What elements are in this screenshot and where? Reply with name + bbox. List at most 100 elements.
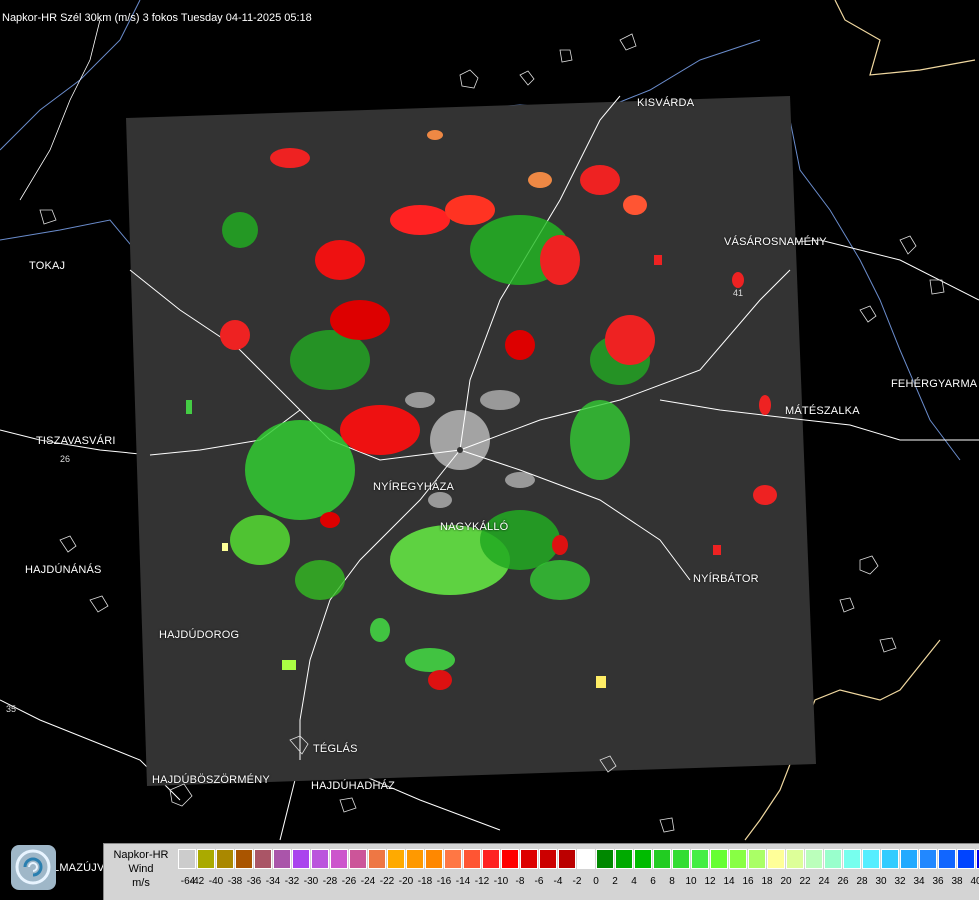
city-nyirbator: NYÍRBÁTOR [693,573,759,585]
wind-legend: Napkor-HR Wind m/s -6 4 -4 2 -40 -38 -36 -34 -32… [103,843,979,900]
legend-tick-label: 30 [875,876,887,887]
legend-tick-label: 6 [650,876,656,887]
city-fehergyarmat: FEHÉRGYARMA [891,378,978,390]
legend-ticks: -64 -42 -40 -38 -36 -34 -32 -30 -28 -26 -24 -22 -20-… [178,876,979,890]
legend-tick-label: 18 [761,876,773,887]
legend-swatch [729,849,747,869]
legend-swatch [615,849,633,869]
city-tokaj: TOKAJ [29,260,66,272]
legend-tick-label: 10 [685,876,697,887]
legend-title: Napkor-HR Wind m/s [106,848,176,890]
napkor-logo-icon [11,845,56,890]
legend-swatch [938,849,956,869]
road-number-35: 35 [6,704,16,714]
legend-swatch [273,849,291,869]
legend-tick-label: 14 [723,876,735,887]
legend-tick-label: -6 [534,876,544,887]
legend-tick-label: 8 [669,876,675,887]
legend-tick-label: 24 [818,876,830,887]
legend-tick-label: 22 [799,876,811,887]
legend-tick-label: 0 [593,876,599,887]
legend-swatch [482,849,500,869]
legend-swatch [596,849,614,869]
legend-tick-label: 16 [742,876,754,887]
legend-tick-label: 32 [894,876,906,887]
legend-swatch [824,849,842,869]
legend-swatch [406,849,424,869]
legend-swatch [710,849,728,869]
legend-tick-label: -28 [322,876,338,887]
legend-swatch [957,849,975,869]
legend-tick-label: -26 [341,876,357,887]
legend-tick-label: 28 [856,876,868,887]
legend-swatch [292,849,310,869]
legend-swatch [767,849,785,869]
legend-unit: m/s [132,877,150,889]
legend-swatch [197,849,215,869]
map-title: Napkor-HR Szél 30km (m/s) 3 fokos Tuesda… [2,12,312,24]
city-tiszavasvari: TISZAVASVÁRI [36,435,116,447]
legend-tick-label: -8 [515,876,525,887]
legend-swatch [368,849,386,869]
legend-swatch [900,849,918,869]
legend-tick-label: 2 [612,876,618,887]
city-vasarosnameny: VÁSÁROSNAMÉNY [724,236,827,248]
legend-tick-label: 4 [631,876,637,887]
city-nagykallo: NAGYKÁLLÓ [440,521,509,533]
legend-swatch [672,849,690,869]
legend-tick-label: -4 [553,876,563,887]
map-canvas: 41 26 35 [0,0,979,841]
legend-swatch [843,849,861,869]
legend-tick-label: -30 [303,876,319,887]
legend-swatch [805,849,823,869]
legend-tick-label: 36 [932,876,944,887]
city-hajduhadhaz: HAJDÚHADHÁZ [311,780,396,792]
legend-swatches [178,849,979,869]
road-number-41: 41 [733,288,743,298]
legend-product: Napkor-HR [113,849,169,861]
legend-tick-label: -24 [360,876,376,887]
legend-tick-label: 40 [970,876,979,887]
legend-swatch [330,849,348,869]
legend-swatch [691,849,709,869]
legend-swatch [577,849,595,869]
city-teglas: TÉGLÁS [313,743,358,755]
radar-map: 41 26 35 Napkor-HR Szél 30km (m/s) 3 fok… [0,0,979,900]
legend-tick-label: -38 [227,876,243,887]
legend-swatch [444,849,462,869]
legend-variable: Wind [128,863,154,875]
legend-swatch [349,849,367,869]
legend-tick-label: -18 [417,876,433,887]
city-hajdudorog: HAJDÚDOROG [159,629,240,641]
legend-tick-label: -32 [284,876,300,887]
legend-swatch [748,849,766,869]
legend-swatch [311,849,329,869]
legend-swatch [653,849,671,869]
legend-swatch [786,849,804,869]
city-hajdunanas: HAJDÚNÁNÁS [25,564,102,576]
city-hajduboszormeny: HAJDÚBÖSZÖRMÉNY [152,774,270,786]
city-nyiregyhaza: NYÍREGYHÁZA [373,481,455,493]
legend-swatch [463,849,481,869]
legend-tick-label: -16 [436,876,452,887]
legend-swatch [862,849,880,869]
legend-swatch [634,849,652,869]
legend-tick-label: -20 [398,876,414,887]
legend-tick-label: -2 [572,876,582,887]
legend-swatch [178,849,196,869]
city-mateszalka: MÁTÉSZALKA [785,405,860,417]
legend-swatch [425,849,443,869]
legend-tick-label: 38 [951,876,963,887]
legend-tick-label: -14 [455,876,471,887]
legend-swatch [254,849,272,869]
legend-tick-label: -12 [474,876,490,887]
legend-swatch [539,849,557,869]
road-number-26: 26 [60,454,70,464]
legend-tick-label: 26 [837,876,849,887]
legend-tick-label: -40 [208,876,224,887]
legend-tick-label: -34 [265,876,281,887]
legend-swatch [558,849,576,869]
legend-tick-label: 20 [780,876,792,887]
legend-tick-label: -10 [493,876,509,887]
legend-tick-label: -36 [246,876,262,887]
